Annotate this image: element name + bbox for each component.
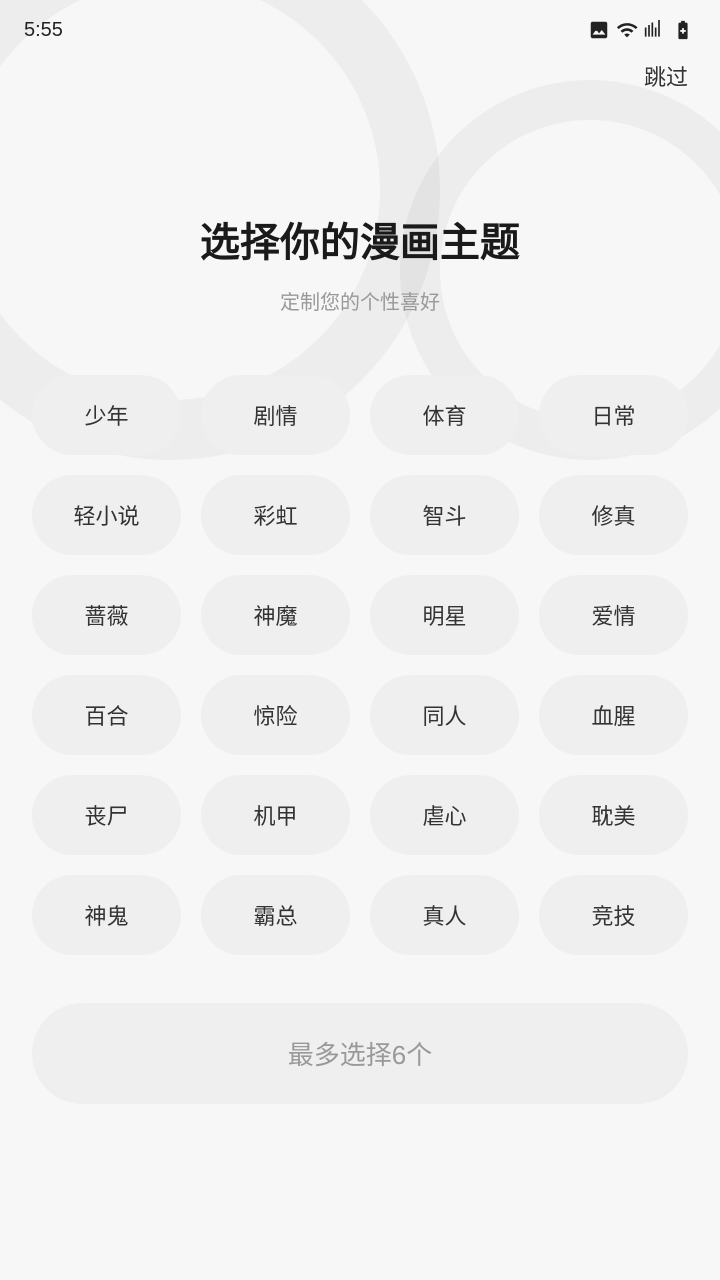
tag-item-juqing[interactable]: 剧情 [201,375,350,455]
status-time: 5:55 [24,19,63,42]
main-content: 选择你的漫画主题 定制您的个性喜好 少年剧情体育日常轻小说彩虹智斗修真蔷薇神魔明… [0,50,720,955]
tag-item-meigui[interactable]: 蔷薇 [32,575,181,655]
tags-grid: 少年剧情体育日常轻小说彩虹智斗修真蔷薇神魔明星爱情百合惊险同人血腥丧尸机甲虐心耽… [32,375,688,955]
tag-item-sishi[interactable]: 丧尸 [32,775,181,855]
tag-item-xiuzhen[interactable]: 修真 [539,475,688,555]
page-subtitle: 定制您的个性喜好 [32,286,688,315]
status-icons [588,19,696,41]
tag-item-danmei[interactable]: 耽美 [539,775,688,855]
skip-button[interactable]: 跳过 [644,60,688,92]
tag-item-baihe[interactable]: 百合 [32,675,181,755]
wifi-icon [616,19,638,41]
tag-item-jijia[interactable]: 机甲 [201,775,350,855]
title-section: 选择你的漫画主题 定制您的个性喜好 [32,50,688,315]
tag-item-xueling[interactable]: 血腥 [539,675,688,755]
image-icon [588,19,610,41]
tag-item-tongren[interactable]: 同人 [370,675,519,755]
bottom-button-wrap: 最多选择6个 [0,1003,720,1152]
battery-icon [670,19,696,41]
tag-item-jingji[interactable]: 竞技 [539,875,688,955]
tag-item-nuxin[interactable]: 虐心 [370,775,519,855]
tag-item-caihong[interactable]: 彩虹 [201,475,350,555]
tag-item-shenmuo[interactable]: 神魔 [201,575,350,655]
tag-item-zhidou[interactable]: 智斗 [370,475,519,555]
tag-item-jingxian[interactable]: 惊险 [201,675,350,755]
tag-item-qingxiaoshuo[interactable]: 轻小说 [32,475,181,555]
page-title: 选择你的漫画主题 [32,210,688,268]
tag-item-zhenren[interactable]: 真人 [370,875,519,955]
tag-item-shaonian[interactable]: 少年 [32,375,181,455]
confirm-button[interactable]: 最多选择6个 [32,1003,688,1104]
tag-item-tiyu[interactable]: 体育 [370,375,519,455]
tag-item-bazong[interactable]: 霸总 [201,875,350,955]
tag-item-aiqing[interactable]: 爱情 [539,575,688,655]
signal-icon [644,19,664,41]
status-bar: 5:55 [0,0,720,50]
tag-item-mingxing[interactable]: 明星 [370,575,519,655]
tag-item-shengui[interactable]: 神鬼 [32,875,181,955]
tag-item-richang[interactable]: 日常 [539,375,688,455]
